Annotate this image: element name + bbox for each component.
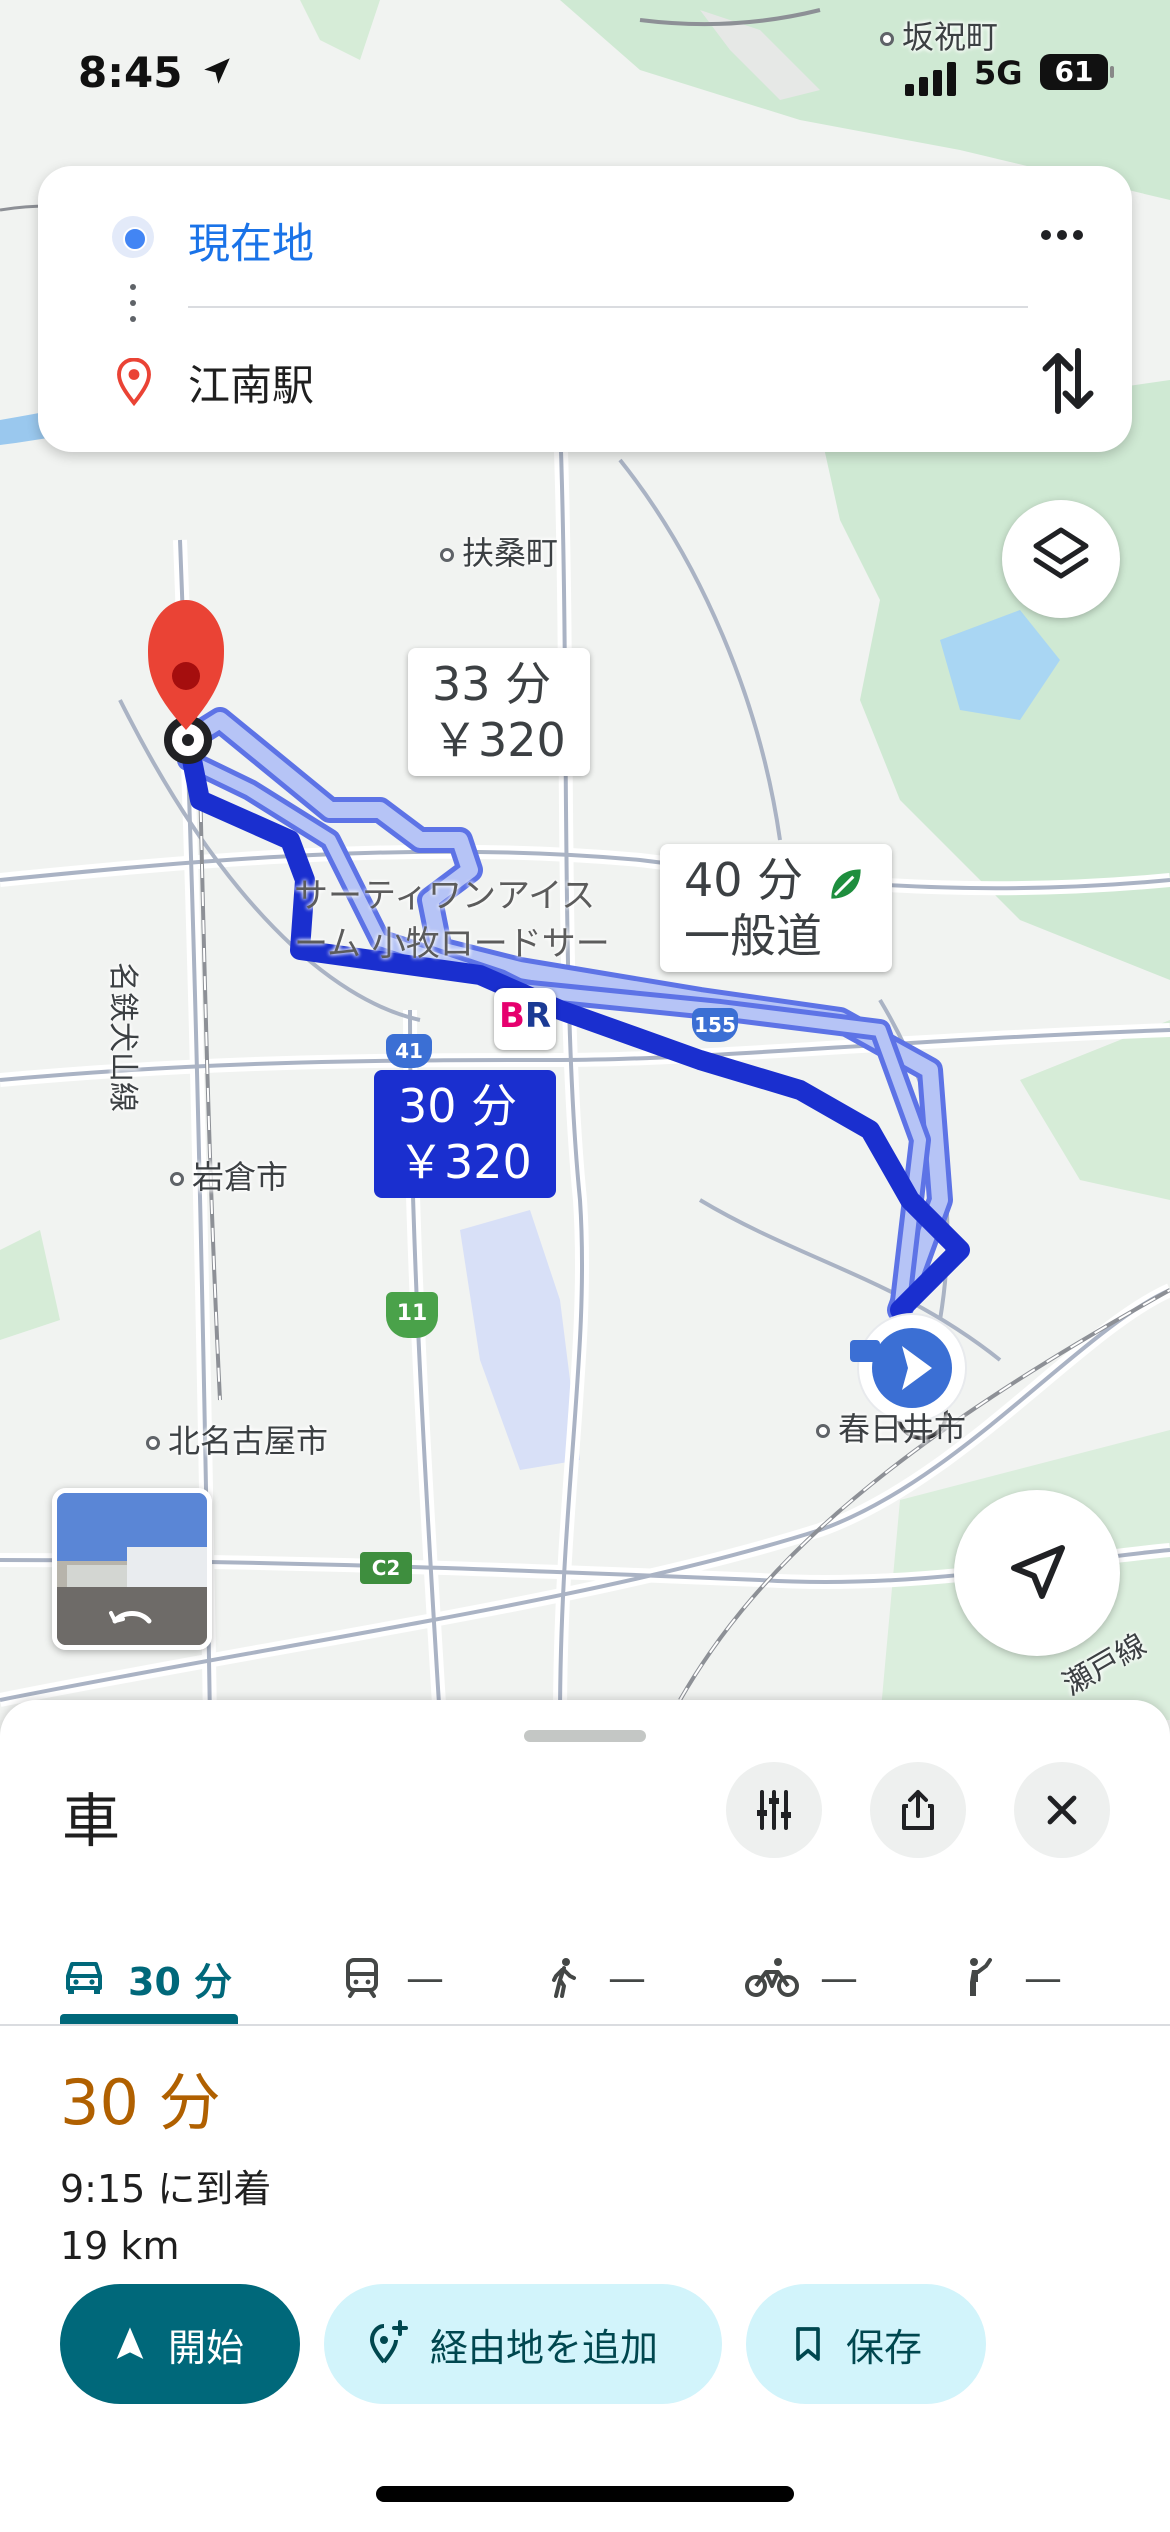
tab-walk-label: — [608,1956,646,2000]
tab-bike-label: — [820,1956,858,2000]
mode-title: 車 [62,1787,121,1855]
share-icon [902,1790,934,1830]
battery-icon: 61 [1040,54,1114,90]
tab-active-indicator [60,2014,238,2024]
ride-icon [970,1958,992,1996]
start-button[interactable]: 開始 [60,2284,300,2404]
place-label-kasugaishi: 春日井市 [816,1404,966,1450]
directions-search-card: 現在地 江南駅 [38,166,1132,452]
route-bubble-primary-30[interactable]: 30 分 ￥320 [374,1070,556,1198]
route-bubble-alt-33[interactable]: 33 分 ￥320 [408,648,590,776]
tab-ride-label: — [1024,1956,1062,2000]
map-view[interactable]: 坂祝町 扶桑町 岩倉市 北名古屋市 春日井市 名鉄犬山線 瀬戸線 サーティワンア… [0,0,1170,1720]
tab-walk[interactable]: — [540,1918,646,2038]
network-type: 5G [974,54,1023,92]
street-view-thumbnail[interactable] [52,1488,212,1650]
status-time: 8:45 [78,48,183,97]
close-button[interactable] [1014,1762,1110,1858]
tabs-divider [0,2024,1170,2026]
place-label-fusocho: 扶桑町 [440,528,558,574]
directions-sheet: 車 30 分 — — — — 30 分 9:15 に到着 19 km 開始 経由… [0,1700,1170,2532]
status-bar: 8:45 5G 61 [0,40,1170,110]
road-shield-41: 41 [386,1034,432,1068]
sliders-icon [757,1790,791,1830]
walk-icon [552,1958,576,1998]
road-shield-155: 155 [692,1008,738,1042]
start-button-label: 開始 [168,2325,245,2370]
street-view-image [57,1493,207,1645]
add-stop-label: 経由地を追加 [430,2325,659,2370]
layers-button[interactable] [1002,500,1120,618]
navigation-arrow-icon [1011,1545,1065,1599]
save-label: 保存 [846,2325,923,2370]
sheet-drag-handle[interactable] [524,1730,646,1742]
tab-bike[interactable]: — [744,1918,858,2038]
save-button[interactable]: 保存 [746,2284,986,2404]
more-options-icon[interactable] [1038,210,1108,260]
recenter-button[interactable] [954,1490,1120,1656]
navigation-start-icon [116,2327,144,2359]
tab-transit[interactable]: — [338,1918,444,2038]
swap-icon[interactable] [1038,346,1098,416]
route-distance: 19 km [60,2224,180,2268]
route-dots-icon [130,284,136,332]
bike-icon [745,1958,799,1997]
home-indicator[interactable] [376,2486,794,2502]
place-label-kitanagoyashi: 北名古屋市 [146,1416,328,1462]
poi-label-baskin-robbins[interactable]: サーティワンアイス ーム 小牧ロードサー [294,872,610,968]
route-duration: 30 分 [60,2066,221,2139]
place-label-iwakurashi: 岩倉市 [170,1152,288,1198]
share-button[interactable] [870,1762,966,1858]
transit-icon [346,1958,378,1998]
bookmark-icon [796,2327,820,2361]
close-icon [1047,1795,1077,1825]
divider [188,306,1028,308]
origin-dot-icon [112,216,154,258]
origin-field[interactable]: 現在地 [188,210,314,271]
route-options-button[interactable] [726,1762,822,1858]
add-stop-button[interactable]: 経由地を追加 [324,2284,722,2404]
tab-drive-label: 30 分 [128,1959,233,2004]
destination-field[interactable]: 江南駅 [188,352,314,413]
arrival-time: 9:15 に到着 [60,2167,272,2211]
signal-icon [905,62,956,96]
add-stop-icon [369,2320,408,2364]
road-shield-c2: C2 [360,1552,412,1584]
layers-icon [1033,527,1089,579]
location-arrow-icon [204,58,230,84]
route-bubble-alt-40[interactable]: 40 分 一般道 [660,844,892,972]
tab-transit-label: — [406,1956,444,2000]
destination-pin-icon [117,358,151,406]
road-shield-11: 11 [386,1292,438,1338]
car-icon [66,1962,102,1994]
baskin-robbins-logo-icon[interactable]: BR [494,988,556,1050]
eco-leaf-icon [831,868,861,899]
tab-ride[interactable]: — [956,1918,1062,2038]
rail-label-meitetsu: 名鉄犬山線 [105,962,140,1112]
